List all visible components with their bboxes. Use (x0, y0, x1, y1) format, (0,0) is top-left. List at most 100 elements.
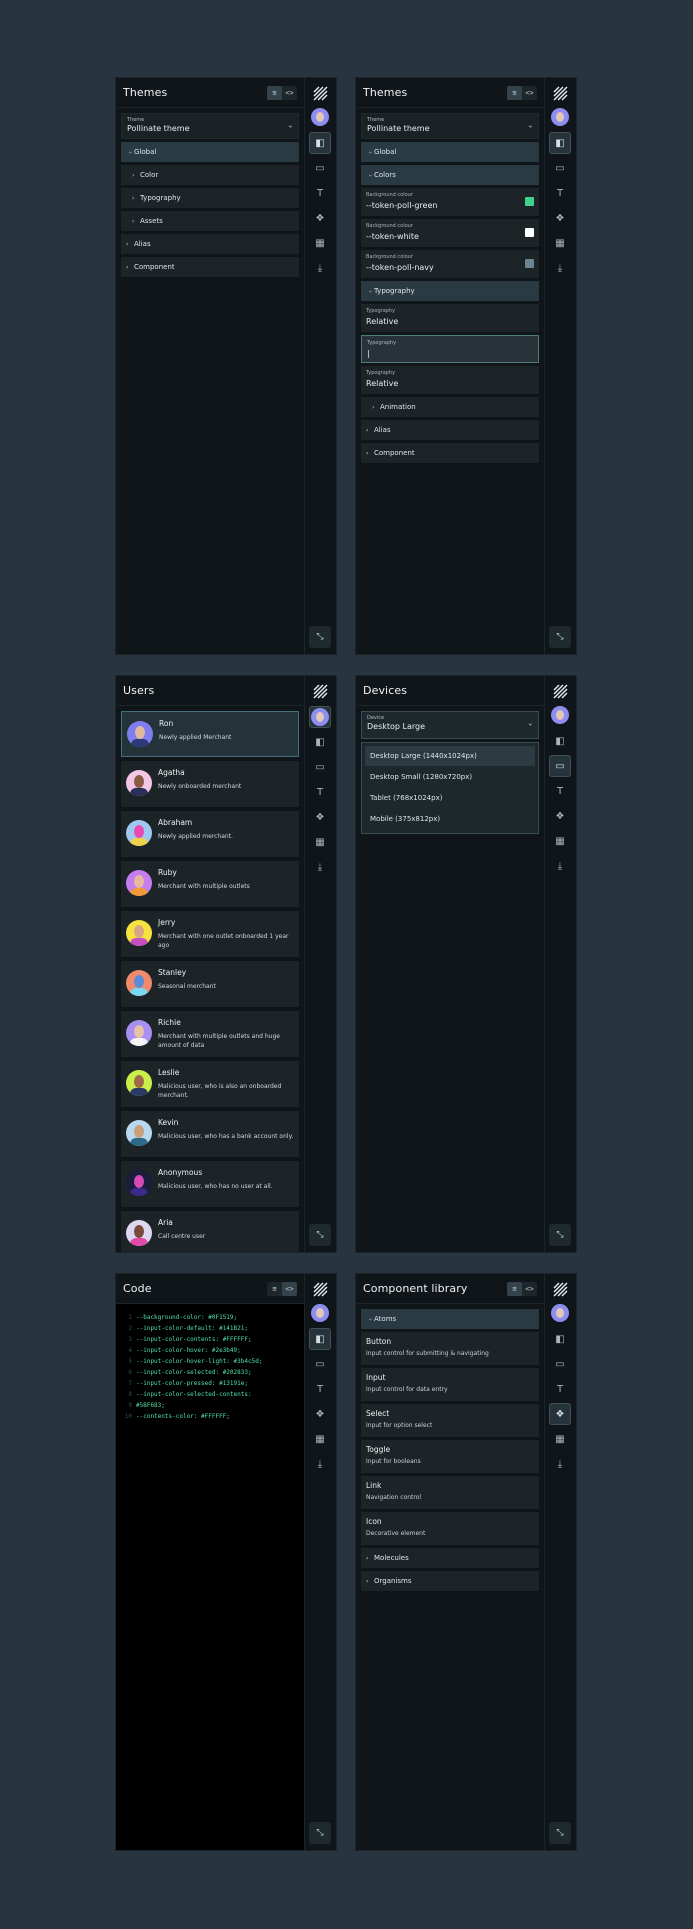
user-card[interactable]: Jerry Merchant with one outlet onboarded … (121, 911, 299, 957)
user-card[interactable]: Ron Newly applied Merchant (121, 711, 299, 757)
typography-tool-icon[interactable]: T (549, 182, 571, 204)
user-avatar[interactable] (311, 1304, 329, 1322)
themes-tool-icon[interactable]: ◧ (309, 132, 331, 154)
tree-item-organisms[interactable]: › Organisms (361, 1571, 539, 1591)
device-option[interactable]: Desktop Large (1440x1024px) (365, 746, 535, 766)
download-icon[interactable]: ⤓ (549, 855, 571, 877)
user-avatar[interactable] (551, 1304, 569, 1322)
devices-tool-icon[interactable]: ▭ (309, 1353, 331, 1375)
typography-tool-icon[interactable]: T (309, 1378, 331, 1400)
user-avatar[interactable] (311, 108, 329, 126)
theme-select[interactable]: Theme Pollinate theme › (121, 113, 299, 139)
collapse-icon[interactable]: ⤡ (309, 626, 331, 648)
component-tool-icon[interactable]: ❖ (549, 1403, 571, 1425)
tree-item-animation[interactable]: › Animation (361, 397, 539, 417)
user-card[interactable]: Leslie Malicious user, who is also an onb… (121, 1061, 299, 1107)
user-card[interactable]: Stanley Seasonal merchant (121, 961, 299, 1007)
device-option[interactable]: Desktop Small (1280x720px) (365, 767, 535, 787)
devices-tool-icon[interactable]: ▭ (309, 157, 331, 179)
tree-item-atoms[interactable]: › Atoms (361, 1309, 539, 1329)
component-tool-icon[interactable]: ❖ (309, 806, 331, 828)
user-card[interactable]: Kevin Malicious user, who has a bank acco… (121, 1111, 299, 1157)
tree-item-typography[interactable]: › Typography (121, 188, 299, 208)
tree-item-typography[interactable]: › Typography (361, 281, 539, 301)
devices-tool-icon[interactable]: ▭ (549, 157, 571, 179)
themes-tool-icon[interactable]: ◧ (549, 1328, 571, 1350)
color-swatch[interactable] (525, 197, 534, 206)
tree-item-global[interactable]: › Global (361, 142, 539, 162)
component-item[interactable]: Toggle Input for booleans (361, 1440, 539, 1473)
code-view-button[interactable]: <> (282, 1281, 297, 1296)
device-option[interactable]: Mobile (375x812px) (365, 809, 535, 829)
device-select[interactable]: Device Desktop Large › (361, 711, 539, 739)
user-card[interactable]: Anonymous Malicious user, who has no user… (121, 1161, 299, 1207)
user-avatar[interactable] (551, 706, 569, 724)
component-tool-icon[interactable]: ❖ (549, 207, 571, 229)
code-view-button[interactable]: <> (522, 86, 537, 100)
collapse-icon[interactable]: ⤡ (549, 1822, 571, 1844)
theme-select[interactable]: Theme Pollinate theme › (361, 113, 539, 139)
user-tool-avatar[interactable] (309, 706, 331, 728)
code-block[interactable]: 1 --background-color: #0F1519; 2 --input-co… (116, 1304, 304, 1850)
component-item[interactable]: Button Input control for submitting & nav… (361, 1332, 539, 1365)
collapse-icon[interactable]: ⤡ (309, 1224, 331, 1246)
component-item[interactable]: Select Input for option select (361, 1404, 539, 1437)
list-view-button[interactable]: ≡ (507, 85, 522, 100)
grid-tool-icon[interactable]: ▦ (309, 831, 331, 853)
color-token-field[interactable]: Background colour --token-poll-navy (361, 250, 539, 278)
code-view-button[interactable]: <> (282, 86, 297, 100)
themes-tool-icon[interactable]: ◧ (309, 1328, 331, 1350)
grid-tool-icon[interactable]: ▦ (549, 1428, 571, 1450)
typography-tool-icon[interactable]: T (549, 780, 571, 802)
color-token-field[interactable]: Background colour --token-poll-green (361, 188, 539, 216)
tree-item-color[interactable]: › Color (121, 165, 299, 185)
user-card[interactable]: Abraham Newly applied merchant. (121, 811, 299, 857)
devices-tool-icon[interactable]: ▭ (549, 755, 571, 777)
user-avatar[interactable] (551, 108, 569, 126)
tree-item-alias[interactable]: › Alias (361, 420, 539, 440)
grid-tool-icon[interactable]: ▦ (309, 1428, 331, 1450)
tree-item-component[interactable]: › Component (361, 443, 539, 463)
component-tool-icon[interactable]: ❖ (549, 805, 571, 827)
user-card[interactable]: Ruby Merchant with multiple outlets (121, 861, 299, 907)
collapse-icon[interactable]: ⤡ (549, 626, 571, 648)
collapse-icon[interactable]: ⤡ (549, 1224, 571, 1246)
typography-field-focused[interactable]: Typography | (361, 335, 539, 363)
list-view-button[interactable]: ≡ (267, 85, 282, 100)
download-icon[interactable]: ⤓ (549, 257, 571, 279)
tree-item-molecules[interactable]: › Molecules (361, 1548, 539, 1568)
tree-item-component[interactable]: › Component (121, 257, 299, 277)
color-swatch[interactable] (525, 259, 534, 268)
component-item[interactable]: Icon Decorative element (361, 1512, 539, 1545)
devices-tool-icon[interactable]: ▭ (309, 756, 331, 778)
code-view-button[interactable]: <> (522, 1282, 537, 1296)
themes-tool-icon[interactable]: ◧ (309, 731, 331, 753)
devices-tool-icon[interactable]: ▭ (549, 1353, 571, 1375)
color-swatch[interactable] (525, 228, 534, 237)
component-tool-icon[interactable]: ❖ (309, 1403, 331, 1425)
themes-tool-icon[interactable]: ◧ (549, 132, 571, 154)
list-view-button[interactable]: ≡ (267, 1282, 282, 1296)
component-tool-icon[interactable]: ❖ (309, 207, 331, 229)
grid-tool-icon[interactable]: ▦ (549, 232, 571, 254)
component-item[interactable]: Link Navigation control (361, 1476, 539, 1509)
typography-tool-icon[interactable]: T (549, 1378, 571, 1400)
download-icon[interactable]: ⤓ (309, 1453, 331, 1475)
tree-item-alias[interactable]: › Alias (121, 234, 299, 254)
typography-field[interactable]: Typography Relative (361, 304, 539, 332)
themes-tool-icon[interactable]: ◧ (549, 730, 571, 752)
tree-item-assets[interactable]: › Assets (121, 211, 299, 231)
user-card[interactable]: Richie Merchant with multiple outlets and… (121, 1011, 299, 1057)
user-card[interactable]: Agatha Newly onboarded merchant (121, 761, 299, 807)
typography-tool-icon[interactable]: T (309, 182, 331, 204)
grid-tool-icon[interactable]: ▦ (309, 232, 331, 254)
color-token-field[interactable]: Background colour --token-white (361, 219, 539, 247)
tree-item-global[interactable]: › Global (121, 142, 299, 162)
list-view-button[interactable]: ≡ (507, 1281, 522, 1296)
download-icon[interactable]: ⤓ (309, 856, 331, 878)
typography-field[interactable]: Typography Relative (361, 366, 539, 394)
user-card[interactable]: Aria Call centre user (121, 1211, 299, 1252)
download-icon[interactable]: ⤓ (309, 257, 331, 279)
typography-tool-icon[interactable]: T (309, 781, 331, 803)
grid-tool-icon[interactable]: ▦ (549, 830, 571, 852)
